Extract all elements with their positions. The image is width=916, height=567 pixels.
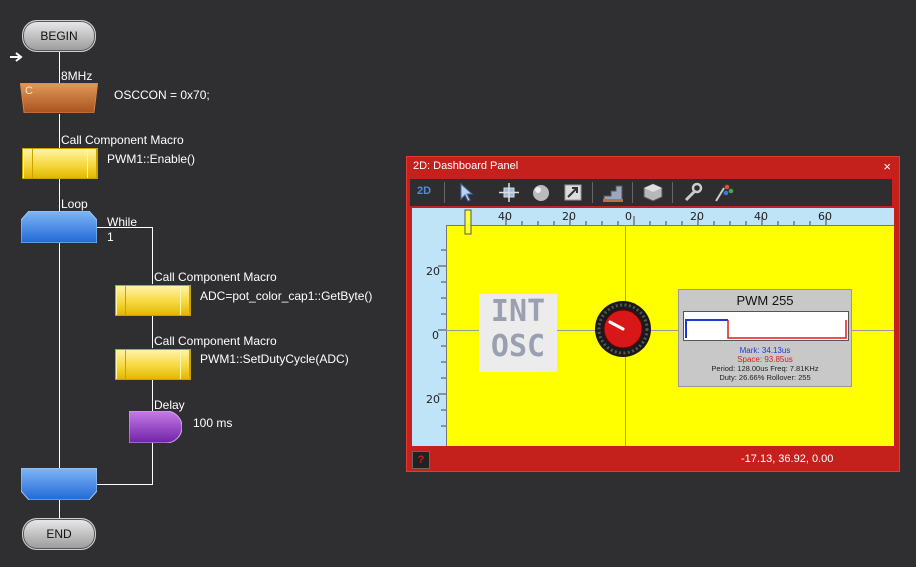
panel-toolbar: 2D [410, 179, 892, 206]
pwm-mark-time: Mark: 34.13us [739, 346, 791, 355]
top-ruler-label: 40 [498, 210, 512, 223]
loop-connector [152, 380, 153, 411]
loop-connector [96, 484, 153, 485]
top-ruler-label: 40 [754, 210, 768, 223]
stairs-icon[interactable] [602, 182, 624, 203]
panel-title: 2D: Dashboard Panel [413, 160, 519, 172]
top-ruler-label: 0 [625, 210, 632, 223]
toolbar-separator [672, 182, 673, 203]
macro1-block[interactable] [22, 148, 98, 179]
loop-condition: 1 [107, 230, 114, 244]
resize-icon[interactable] [562, 182, 584, 203]
macro1-caption: Call Component Macro [61, 133, 184, 147]
pwm-period-freq: Period: 128.00us Freq: 7.81KHz [711, 364, 819, 373]
close-icon[interactable]: × [883, 159, 891, 174]
delay-block[interactable] [129, 411, 182, 443]
connector [59, 499, 60, 518]
left-ruler-label: 20 [426, 393, 440, 406]
end-terminator[interactable]: END [22, 518, 96, 550]
cube-icon[interactable] [642, 182, 664, 203]
connector [59, 242, 60, 470]
loop-connector [152, 316, 153, 348]
mode-2d-label: 2D [417, 185, 432, 197]
mode-2d-button[interactable]: 2D [414, 182, 436, 203]
left-ruler-label: 20 [426, 265, 440, 278]
toolbar-separator [592, 182, 593, 203]
simulation-canvas[interactable]: 40 20 0 20 40 60 20 0 20 INT OSC PWM 255 [412, 208, 894, 446]
loop-while-label: While [107, 215, 138, 229]
loop-start-block[interactable] [21, 211, 97, 243]
pwm-waveform [683, 311, 849, 341]
macro3-caption: Call Component Macro [154, 334, 277, 348]
calc-code: OSCCON = 0x70; [114, 88, 210, 102]
int-osc-indicator: INT OSC [479, 294, 557, 372]
calc-icon-label: C [25, 85, 33, 97]
connector [59, 50, 60, 83]
toolbar-separator [632, 182, 633, 203]
pwm-display: PWM 255 Mark: 34.13us Space: 93.85us Per… [678, 289, 852, 387]
clock-label: 8MHz [61, 69, 93, 83]
dashboard-panel: 2D: Dashboard Panel × 2D 40 20 0 20 40 6… [406, 156, 900, 472]
loop-caption: Loop [61, 197, 88, 211]
loop-end-block[interactable] [21, 468, 97, 500]
pointer-icon[interactable] [456, 182, 478, 203]
macro3-block[interactable] [115, 349, 191, 380]
top-ruler-label: 20 [562, 210, 576, 223]
delay-caption: Delay [154, 398, 185, 412]
macro2-caption: Call Component Macro [154, 270, 277, 284]
loop-connector [152, 443, 153, 484]
macro1-code: PWM1::Enable() [107, 152, 196, 166]
cursor-coordinates: -17.13, 36.92, 0.00 [741, 453, 834, 465]
palette-icon[interactable] [712, 182, 734, 203]
connector [59, 179, 60, 212]
macro2-code: ADC=pot_color_cap1::GetByte() [200, 289, 373, 303]
arrow-right-icon [10, 52, 23, 62]
pwm-duty-rollover: Duty: 26.66% Rollover: 255 [719, 373, 811, 382]
sphere-icon[interactable] [530, 182, 552, 203]
pwm-title: PWM 255 [736, 293, 794, 308]
move-icon[interactable] [498, 182, 520, 203]
delay-value: 100 ms [193, 416, 233, 430]
int-osc-line1: INT [490, 294, 546, 329]
top-ruler-label: 60 [818, 210, 832, 223]
left-ruler-label: 0 [432, 329, 439, 342]
int-osc-line2: OSC [490, 329, 546, 364]
potentiometer-knob[interactable] [594, 300, 652, 358]
wrench-icon[interactable] [682, 182, 704, 203]
top-ruler-label: 20 [690, 210, 704, 223]
loop-connector [152, 227, 153, 284]
macro2-block[interactable] [115, 285, 191, 316]
pwm-space-time: Space: 93.85us [737, 355, 793, 364]
macro3-code: PWM1::SetDutyCycle(ADC) [200, 352, 349, 366]
connector [59, 114, 60, 148]
begin-terminator[interactable]: BEGIN [22, 20, 96, 52]
toolbar-separator [444, 182, 445, 203]
help-icon[interactable]: ? [412, 451, 430, 469]
